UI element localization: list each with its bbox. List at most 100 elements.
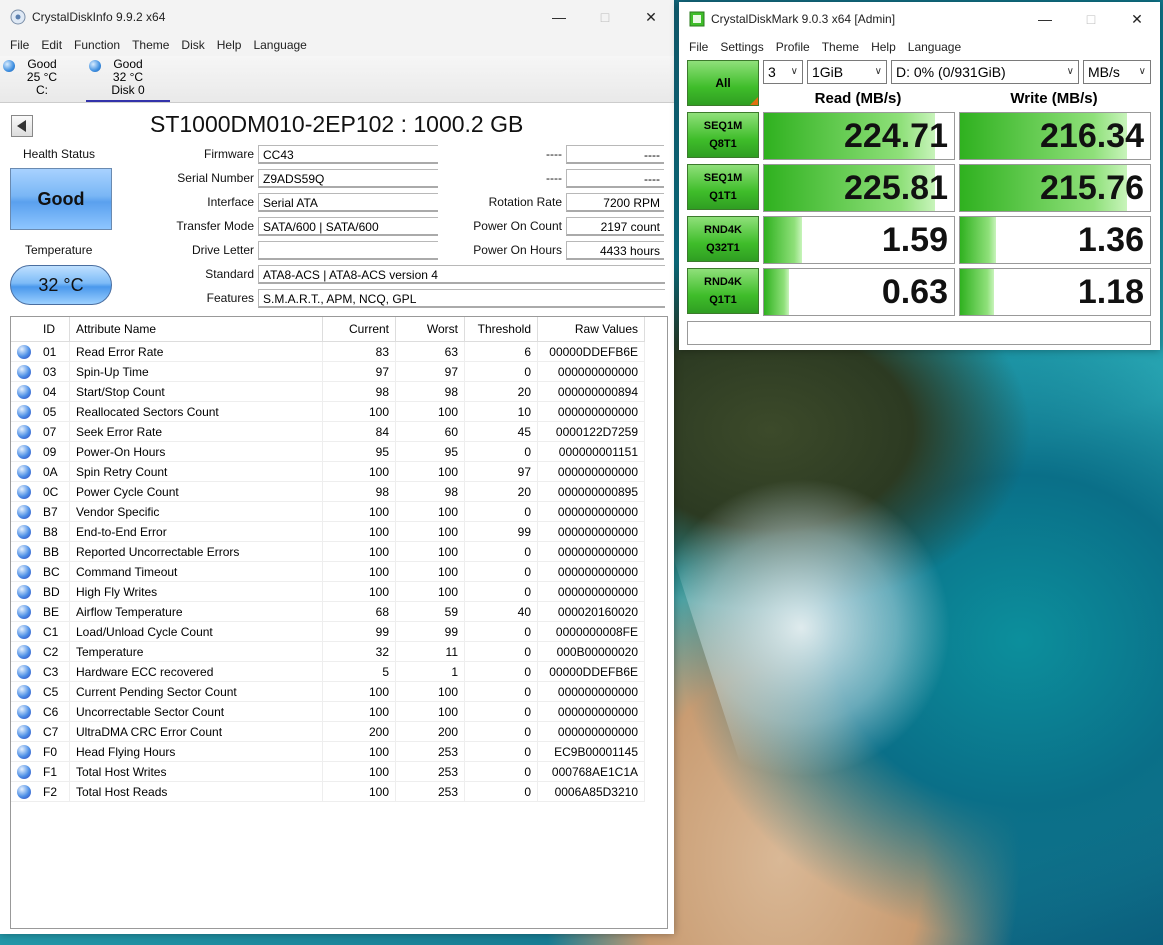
close-icon[interactable]: ✕ bbox=[1114, 2, 1160, 36]
smart-raw-value: 000768AE1C1A bbox=[537, 761, 645, 782]
maximize-icon[interactable]: □ bbox=[582, 0, 628, 34]
smart-status-cell bbox=[11, 461, 37, 482]
smart-row[interactable]: 05 Reallocated Sectors Count 100 100 10 00000… bbox=[11, 401, 645, 422]
read-result-value: 0.63 bbox=[881, 273, 948, 311]
smart-row[interactable]: 01 Read Error Rate 83 63 6 00000DDEFB6E bbox=[11, 341, 645, 362]
smart-row[interactable]: C5 Current Pending Sector Count 100 100 0 000… bbox=[11, 681, 645, 702]
minimize-icon[interactable]: — bbox=[1022, 2, 1068, 36]
smart-status-cell bbox=[11, 681, 37, 702]
smart-row[interactable]: BB Reported Uncorrectable Errors 100 100 0 00… bbox=[11, 541, 645, 562]
test-button[interactable]: RND4K Q1T1 bbox=[687, 268, 759, 314]
header-attribute-name[interactable]: Attribute Name bbox=[69, 317, 323, 342]
smart-current: 99 bbox=[322, 621, 396, 642]
smart-row[interactable]: 07 Seek Error Rate 84 60 45 0000122D7259 bbox=[11, 421, 645, 442]
smart-raw-value: 0000122D7259 bbox=[537, 421, 645, 442]
smart-row[interactable]: C6 Uncorrectable Sector Count 100 100 0 00000… bbox=[11, 701, 645, 722]
test-button[interactable]: SEQ1M Q1T1 bbox=[687, 164, 759, 210]
smart-row[interactable]: C7 UltraDMA CRC Error Count 200 200 0 0000000… bbox=[11, 721, 645, 742]
smart-worst: 100 bbox=[395, 561, 465, 582]
minimize-icon[interactable]: — bbox=[536, 0, 582, 34]
smart-row[interactable]: C2 Temperature 32 11 0 000B00000020 bbox=[11, 641, 645, 662]
unit-select[interactable]: MB/s ∨ bbox=[1083, 60, 1151, 84]
cdm-titlebar[interactable]: CrystalDiskMark 9.0.3 x64 [Admin] — □ ✕ bbox=[679, 2, 1160, 36]
menu-file[interactable]: File bbox=[4, 38, 35, 52]
header-threshold[interactable]: Threshold bbox=[464, 317, 538, 342]
menu-edit[interactable]: Edit bbox=[35, 38, 68, 52]
power-on-hours-label: Power On Hours bbox=[473, 243, 562, 257]
smart-row[interactable]: C1 Load/Unload Cycle Count 99 99 0 0000000008… bbox=[11, 621, 645, 642]
health-dot-icon bbox=[17, 784, 31, 799]
smart-id: 0C bbox=[37, 481, 70, 502]
smart-attribute-name: Current Pending Sector Count bbox=[69, 681, 323, 702]
disk-tab-c[interactable]: Good 25 °C C: bbox=[0, 58, 84, 100]
smart-attributes-list[interactable]: ID Attribute Name Current Worst Threshol… bbox=[10, 316, 668, 929]
menu-language[interactable]: Language bbox=[247, 38, 312, 52]
health-status-label: Health Status bbox=[23, 147, 96, 161]
smart-attribute-name: Uncorrectable Sector Count bbox=[69, 701, 323, 722]
smart-attribute-name: Hardware ECC recovered bbox=[69, 661, 323, 682]
smart-row[interactable]: 04 Start/Stop Count 98 98 20 000000000894 bbox=[11, 381, 645, 402]
maximize-icon[interactable]: □ bbox=[1068, 2, 1114, 36]
smart-attribute-name: Power-On Hours bbox=[69, 441, 323, 462]
close-icon[interactable]: ✕ bbox=[628, 0, 674, 34]
smart-row[interactable]: F1 Total Host Writes 100 253 0 000768AE1C1A bbox=[11, 761, 645, 782]
menu-disk[interactable]: Disk bbox=[175, 38, 210, 52]
smart-row[interactable]: 0C Power Cycle Count 98 98 20 000000000895 bbox=[11, 481, 645, 502]
smart-raw-value: 000000000000 bbox=[537, 721, 645, 742]
menu-theme[interactable]: Theme bbox=[816, 40, 865, 54]
menu-help[interactable]: Help bbox=[211, 38, 248, 52]
health-dot-icon bbox=[17, 524, 31, 539]
smart-row[interactable]: B7 Vendor Specific 100 100 0 000000000000 bbox=[11, 501, 645, 522]
test-button[interactable]: SEQ1M Q8T1 bbox=[687, 112, 759, 158]
run-all-button[interactable]: All bbox=[687, 60, 759, 106]
features-field: S.M.A.R.T., APM, NCQ, GPL bbox=[258, 289, 665, 308]
menu-help[interactable]: Help bbox=[865, 40, 902, 54]
smart-row[interactable]: 09 Power-On Hours 95 95 0 000000001151 bbox=[11, 441, 645, 462]
header-id[interactable]: ID bbox=[37, 317, 70, 342]
smart-attribute-name: Reported Uncorrectable Errors bbox=[69, 541, 323, 562]
smart-row[interactable]: F2 Total Host Reads 100 253 0 0006A85D3210 bbox=[11, 781, 645, 802]
smart-threshold: 0 bbox=[464, 681, 538, 702]
smart-id: BE bbox=[37, 601, 70, 622]
menu-function[interactable]: Function bbox=[68, 38, 126, 52]
health-status-button[interactable]: Good bbox=[10, 168, 112, 230]
smart-row[interactable]: 0A Spin Retry Count 100 100 97 000000000000 bbox=[11, 461, 645, 482]
menu-language[interactable]: Language bbox=[902, 40, 967, 54]
header-worst[interactable]: Worst bbox=[395, 317, 465, 342]
header-current[interactable]: Current bbox=[322, 317, 396, 342]
menu-file[interactable]: File bbox=[683, 40, 714, 54]
smart-threshold: 0 bbox=[464, 661, 538, 682]
smart-attribute-name: Load/Unload Cycle Count bbox=[69, 621, 323, 642]
temperature-button[interactable]: 32 °C bbox=[10, 265, 112, 305]
smart-current: 100 bbox=[322, 401, 396, 422]
write-result-bar bbox=[960, 269, 995, 315]
comment-input[interactable] bbox=[687, 321, 1151, 345]
smart-row[interactable]: F0 Head Flying Hours 100 253 0 EC9B00001145 bbox=[11, 741, 645, 762]
smart-current: 100 bbox=[322, 541, 396, 562]
smart-raw-value: 000000000000 bbox=[537, 581, 645, 602]
disk-tab-disk0[interactable]: Good 32 °C Disk 0 bbox=[86, 58, 170, 102]
smart-row[interactable]: 03 Spin-Up Time 97 97 0 000000000000 bbox=[11, 361, 645, 382]
menu-settings[interactable]: Settings bbox=[714, 40, 769, 54]
smart-row[interactable]: C3 Hardware ECC recovered 5 1 0 00000DDEFB6E bbox=[11, 661, 645, 682]
menu-profile[interactable]: Profile bbox=[770, 40, 816, 54]
smart-row[interactable]: B8 End-to-End Error 100 100 99 000000000000 bbox=[11, 521, 645, 542]
smart-raw-value: 000000000000 bbox=[537, 401, 645, 422]
smart-row[interactable]: BD High Fly Writes 100 100 0 000000000000 bbox=[11, 581, 645, 602]
target-drive-select[interactable]: D: 0% (0/931GiB) ∨ bbox=[891, 60, 1079, 84]
test-count-select[interactable]: 3 ∨ bbox=[763, 60, 803, 84]
crystaldiskmark-app-icon bbox=[689, 11, 705, 27]
test-button[interactable]: RND4K Q32T1 bbox=[687, 216, 759, 262]
smart-row[interactable]: BE Airflow Temperature 68 59 40 000020160020 bbox=[11, 601, 645, 622]
previous-disk-button[interactable] bbox=[11, 115, 33, 137]
header-raw-values[interactable]: Raw Values bbox=[537, 317, 645, 342]
smart-worst: 100 bbox=[395, 681, 465, 702]
smart-status-cell bbox=[11, 501, 37, 522]
cdi-titlebar[interactable]: CrystalDiskInfo 9.9.2 x64 — □ ✕ bbox=[0, 0, 674, 34]
smart-worst: 11 bbox=[395, 641, 465, 662]
smart-threshold: 45 bbox=[464, 421, 538, 442]
smart-attribute-name: Total Host Reads bbox=[69, 781, 323, 802]
smart-row[interactable]: BC Command Timeout 100 100 0 000000000000 bbox=[11, 561, 645, 582]
test-size-select[interactable]: 1GiB ∨ bbox=[807, 60, 887, 84]
menu-theme[interactable]: Theme bbox=[126, 38, 175, 52]
